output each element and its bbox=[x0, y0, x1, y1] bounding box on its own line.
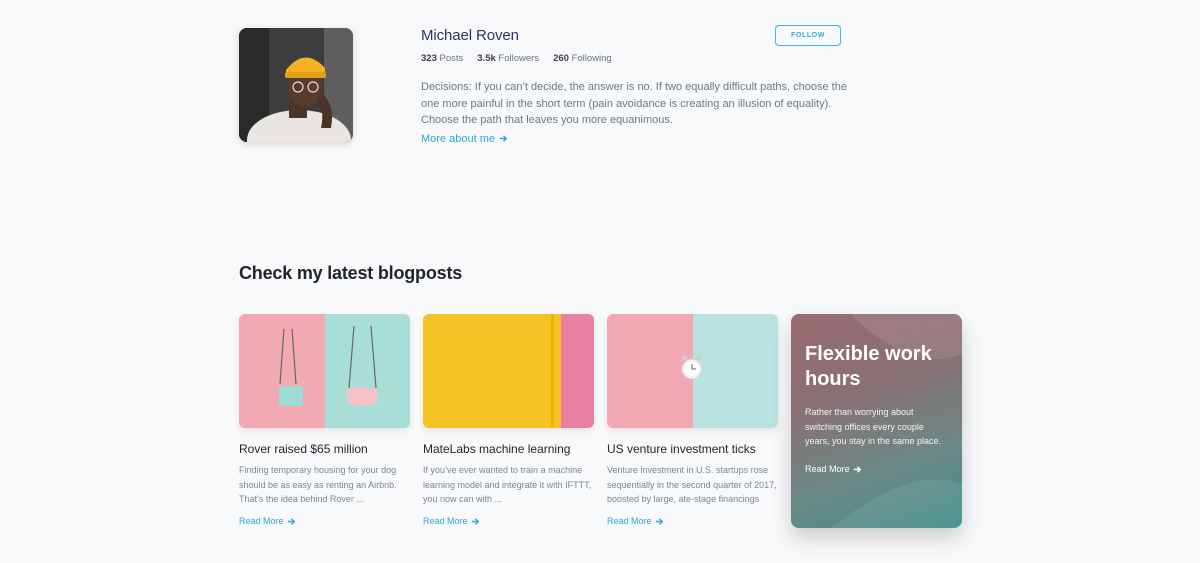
feature-read-more-label: Read More bbox=[805, 464, 850, 475]
blog-card-title: Rover raised $65 million bbox=[239, 442, 368, 456]
stat-following-value: 260 bbox=[553, 53, 569, 64]
feature-card[interactable]: Flexible work hours Rather than worrying… bbox=[791, 314, 962, 528]
blog-card-title: US venture investment ticks bbox=[607, 442, 756, 456]
stat-posts-value: 323 bbox=[421, 53, 437, 64]
feature-card-title: Flexible work hours bbox=[805, 343, 932, 390]
blog-card[interactable]: US venture investment ticks Venture inve… bbox=[607, 314, 778, 529]
blog-card-text: If you’ve ever wanted to train a machine… bbox=[423, 465, 592, 505]
read-more-link[interactable]: Read More bbox=[423, 516, 480, 526]
blog-card[interactable]: Rover raised $65 million Finding tempora… bbox=[239, 314, 410, 529]
feature-read-more-link[interactable]: Read More bbox=[805, 464, 862, 474]
profile-stats: 323 Posts 3.5k Followers 260 Following bbox=[421, 53, 841, 64]
arrow-right-icon bbox=[499, 135, 508, 142]
stat-followers-label: Followers bbox=[498, 53, 540, 64]
read-more-link[interactable]: Read More bbox=[239, 516, 296, 526]
arrow-right-icon bbox=[853, 465, 861, 473]
avatar bbox=[239, 28, 353, 142]
blog-card-text: Venture investment in U.S. startups rose… bbox=[607, 465, 777, 505]
feature-card-text: Rather than worrying about switching off… bbox=[805, 407, 942, 447]
arrow-right-icon bbox=[471, 517, 479, 525]
follow-button[interactable]: FOLLOW bbox=[775, 25, 841, 46]
read-more-label: Read More bbox=[423, 516, 468, 527]
read-more-label: Read More bbox=[239, 516, 284, 527]
stat-followers-value: 3.5k bbox=[477, 53, 496, 64]
blog-card-image bbox=[239, 314, 410, 428]
more-about-me-label: More about me bbox=[421, 132, 495, 145]
blog-section-title: Check my latest blogposts bbox=[239, 263, 463, 283]
profile-bio: Decisions: If you can’t decide, the answ… bbox=[421, 81, 847, 126]
stat-following: 260 Following bbox=[553, 53, 612, 64]
arrow-right-icon bbox=[655, 517, 663, 525]
stat-posts: 323 Posts bbox=[421, 53, 463, 64]
read-more-label: Read More bbox=[607, 516, 652, 527]
blog-card-image bbox=[607, 314, 778, 428]
blog-card[interactable]: MateLabs machine learning If you’ve ever… bbox=[423, 314, 594, 529]
read-more-link[interactable]: Read More bbox=[607, 516, 664, 526]
arrow-right-icon bbox=[287, 517, 295, 525]
profile-section: Michael Roven 323 Posts 3.5k Followers 2… bbox=[239, 25, 847, 148]
stat-posts-label: Posts bbox=[439, 53, 464, 64]
blog-card-image bbox=[423, 314, 594, 428]
more-about-me-link[interactable]: More about me bbox=[421, 133, 508, 145]
blog-card-text: Finding temporary housing for your dog s… bbox=[239, 465, 397, 505]
stat-following-label: Following bbox=[571, 53, 612, 64]
blog-card-title: MateLabs machine learning bbox=[423, 442, 571, 456]
stat-followers: 3.5k Followers bbox=[477, 53, 539, 64]
profile-photo bbox=[239, 28, 353, 142]
